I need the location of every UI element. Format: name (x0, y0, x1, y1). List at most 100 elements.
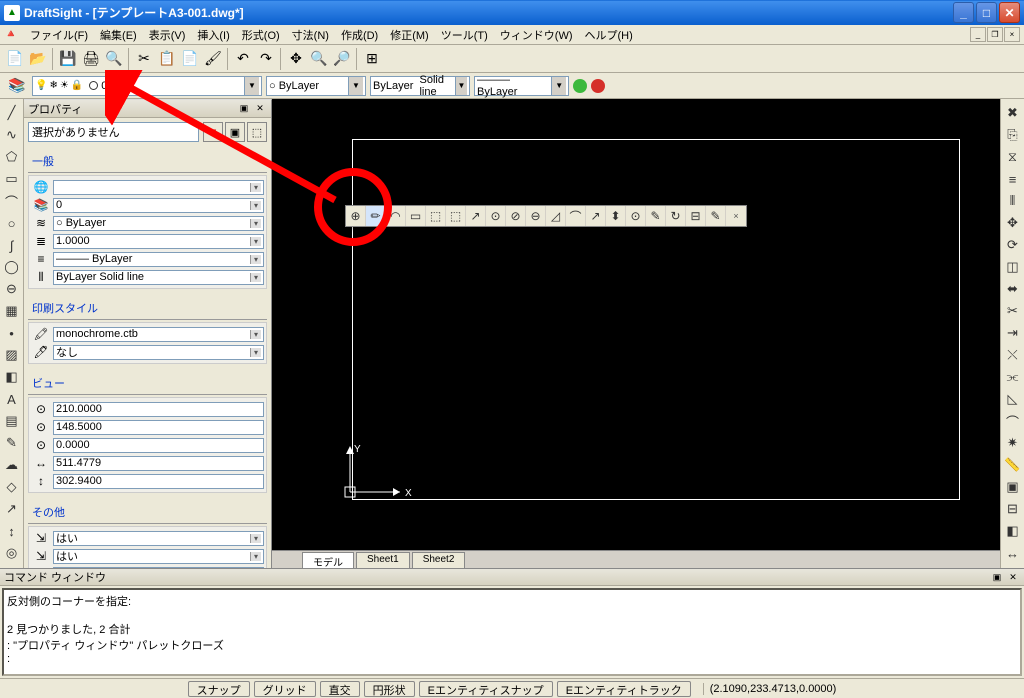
linetype-combo[interactable]: ByLayer Solid line ▼ (370, 76, 470, 96)
copy-icon[interactable]: 📋 (156, 48, 178, 70)
quick-select-icon[interactable]: 🔻 (203, 122, 223, 142)
property-field[interactable]: monochrome.ctb (53, 327, 264, 342)
property-field[interactable]: 302.9400 (53, 474, 264, 489)
move-icon[interactable]: ✥ (1003, 213, 1023, 233)
status-esnap[interactable]: Eエンティティスナップ (419, 681, 553, 697)
text-icon[interactable]: A (2, 389, 22, 409)
dim-update-icon[interactable]: ↻ (666, 206, 686, 226)
property-field[interactable]: 0 (53, 198, 264, 213)
menu-help[interactable]: ヘルプ(H) (579, 25, 639, 45)
status-ortho[interactable]: 直交 (320, 681, 360, 697)
line-icon[interactable]: ╱ (2, 103, 22, 123)
ellipse-arc-icon[interactable]: ⊖ (2, 279, 22, 299)
array-icon[interactable]: ⫴ (1003, 191, 1023, 211)
arc-icon[interactable]: ⌒ (2, 191, 22, 211)
trim-icon[interactable]: ✂ (1003, 301, 1023, 321)
tab-sheet2[interactable]: Sheet2 (412, 552, 466, 568)
dim-linear-icon[interactable]: ▭ (406, 206, 426, 226)
extend-icon[interactable]: ⇥ (1003, 323, 1023, 343)
region-props-icon[interactable]: ◧ (1003, 521, 1023, 541)
property-field[interactable]: はい (53, 531, 264, 546)
dim-style-icon[interactable]: ⊟ (686, 206, 706, 226)
donut-icon[interactable]: ◎ (2, 543, 22, 563)
property-field[interactable]: はい (53, 549, 264, 564)
ray-icon[interactable]: ↗ (2, 499, 22, 519)
cut-icon[interactable]: ✂ (133, 48, 155, 70)
area-icon[interactable]: ▣ (1003, 477, 1023, 497)
menu-window[interactable]: ウィンドウ(W) (494, 25, 579, 45)
panel-close-icon[interactable]: ✕ (253, 102, 267, 116)
dim-arc2-icon[interactable]: ⌒ (566, 206, 586, 226)
paint-icon[interactable]: 🖌 (202, 48, 224, 70)
circle-icon[interactable]: ○ (2, 213, 22, 233)
status-grid[interactable]: グリッド (254, 681, 316, 697)
property-field[interactable]: なし (53, 345, 264, 360)
tab-sheet1[interactable]: Sheet1 (356, 552, 410, 568)
chamfer-icon[interactable]: ◺ (1003, 389, 1023, 409)
dock-icon[interactable]: ▣ (237, 102, 251, 116)
zoom-extents-icon[interactable]: 🔎 (331, 48, 353, 70)
polyline-icon[interactable]: ∿ (2, 125, 22, 145)
measure-icon[interactable]: 📏 (1003, 455, 1023, 475)
property-field[interactable]: ○ ByLayer (53, 216, 264, 231)
dist-icon[interactable]: ↔ (1003, 543, 1023, 563)
menu-format[interactable]: 形式(O) (236, 25, 286, 45)
maximize-button[interactable]: □ (976, 2, 997, 23)
dim-edit-icon[interactable]: ✎ (646, 206, 666, 226)
fillet-icon[interactable]: ⌒ (1003, 411, 1023, 431)
dim-tol-icon[interactable]: ⬍ (606, 206, 626, 226)
print-preview-icon[interactable]: 🔍 (103, 48, 125, 70)
dim-center-icon[interactable]: ⊙ (626, 206, 646, 226)
dropdown-icon[interactable]: ▼ (551, 77, 566, 95)
construction-icon[interactable]: ↕ (2, 521, 22, 541)
snap-endpoint-icon[interactable]: ⊕ (346, 206, 366, 226)
mdi-restore-button[interactable]: ❐ (987, 27, 1003, 42)
lineweight-combo[interactable]: ——— ByLayer ▼ (474, 76, 569, 96)
properties-body[interactable]: 一般 🌐 📚0≋○ ByLayer≣1.0000≡——— ByLayer⦀ByL… (24, 146, 271, 568)
property-field[interactable] (53, 180, 264, 195)
zoom-window-icon[interactable]: 🔍 (308, 48, 330, 70)
property-field[interactable]: 148.5000 (53, 420, 264, 435)
toolbar-close-icon[interactable]: × (726, 206, 746, 226)
layer-combo[interactable]: 💡❄☀🔒 0 ▼ (32, 76, 262, 96)
hatch-icon[interactable]: ▨ (2, 345, 22, 365)
cmd-close-icon[interactable]: ✕ (1006, 570, 1020, 584)
break-icon[interactable]: ⤬ (1003, 345, 1023, 365)
block-icon[interactable]: ▦ (2, 301, 22, 321)
menu-edit[interactable]: 編集(E) (94, 25, 143, 45)
erase-icon[interactable]: ✖ (1003, 103, 1023, 123)
save-icon[interactable]: 💾 (57, 48, 79, 70)
layer-manager-icon[interactable]: 📚 (6, 75, 28, 97)
mdi-min-button[interactable]: _ (970, 27, 986, 42)
point-icon[interactable]: • (2, 323, 22, 343)
menu-modify[interactable]: 修正(M) (384, 25, 435, 45)
print-icon[interactable]: 🖨 (80, 48, 102, 70)
minimize-button[interactable]: _ (953, 2, 974, 23)
dim-angle-icon[interactable]: ⊘ (506, 206, 526, 226)
offset-icon[interactable]: ≡ (1003, 169, 1023, 189)
dim-radius-icon[interactable]: ↗ (466, 206, 486, 226)
dim-arc-icon[interactable]: ⊖ (526, 206, 546, 226)
snap-center-icon[interactable]: ◠ (386, 206, 406, 226)
dim-aligned-icon[interactable]: ⬚ (426, 206, 446, 226)
dim-diameter-icon[interactable]: ⊙ (486, 206, 506, 226)
color-combo[interactable]: ○ ByLayer ▼ (266, 76, 366, 96)
dim-leader-icon[interactable]: ↗ (586, 206, 606, 226)
dropdown-icon[interactable]: ▼ (455, 77, 467, 95)
menu-file[interactable]: ファイル(F) (24, 25, 94, 45)
region-icon[interactable]: ◧ (2, 367, 22, 387)
menu-draw[interactable]: 作成(D) (335, 25, 384, 45)
stretch-icon[interactable]: ⬌ (1003, 279, 1023, 299)
dropdown-icon[interactable]: ▼ (244, 77, 259, 95)
dropdown-icon[interactable]: ▼ (348, 77, 363, 95)
status-polar[interactable]: 円形状 (364, 681, 415, 697)
drawing-canvas[interactable]: X Y ⊕ ✏ ◠ ▭ ⬚ ⬚ ↗ ⊙ ⊘ ⊖ ◿ ⌒ ↗ ⬍ (272, 99, 1000, 550)
list-icon[interactable]: ⊟ (1003, 499, 1023, 519)
property-field[interactable]: 1.0000 (53, 234, 264, 249)
menu-view[interactable]: 表示(V) (143, 25, 192, 45)
pan-icon[interactable]: ✥ (285, 48, 307, 70)
property-field[interactable]: はい (53, 567, 264, 569)
property-field[interactable]: 210.0000 (53, 402, 264, 417)
explode-icon[interactable]: ✷ (1003, 433, 1023, 453)
property-field[interactable]: ByLayer Solid line (53, 270, 264, 285)
